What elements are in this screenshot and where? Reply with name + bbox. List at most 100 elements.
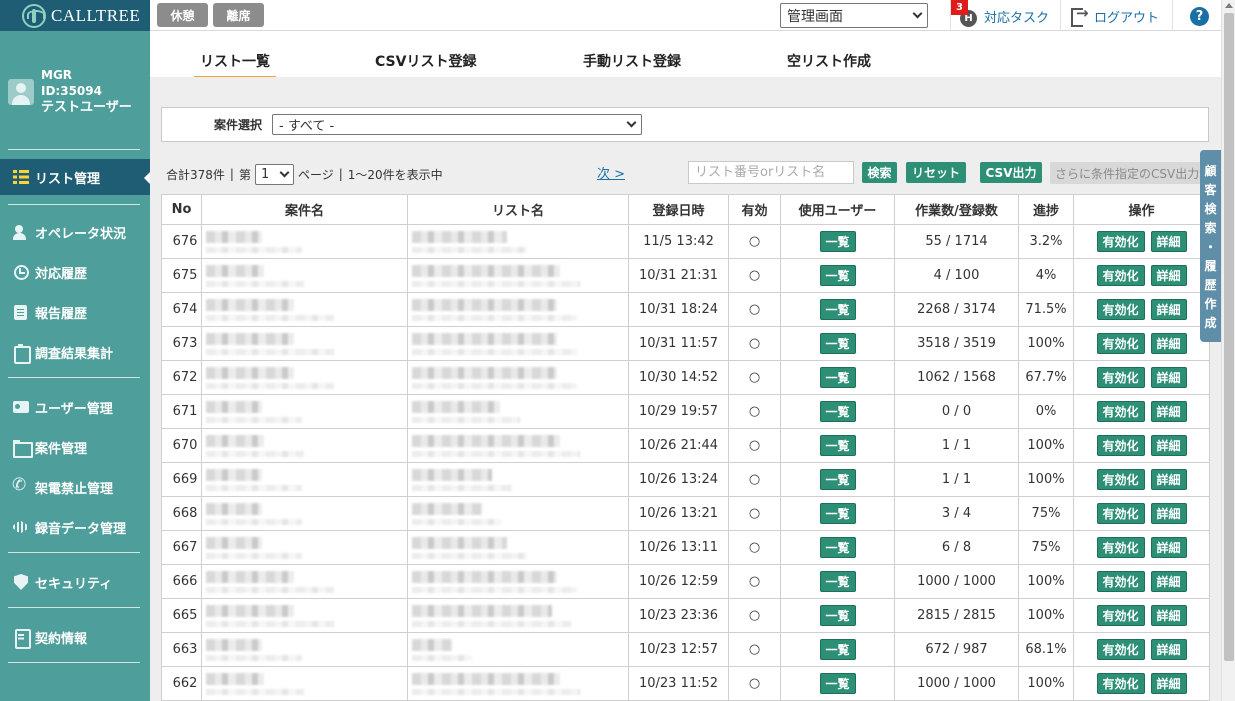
sidebar-item-security[interactable]: セキュリティ — [0, 564, 150, 600]
view-users-button[interactable]: 一覧 — [819, 401, 856, 422]
enable-button[interactable]: 有効化 — [1096, 605, 1145, 626]
view-users-button[interactable]: 一覧 — [819, 469, 856, 490]
cell-project-name — [201, 632, 408, 667]
detail-button[interactable]: 詳細 — [1150, 571, 1187, 592]
sidebar-item-contract-info[interactable]: 契約情報 — [0, 619, 150, 655]
sidebar-item-response-history[interactable]: 対応履歴 — [0, 254, 150, 290]
list-table: No 案件名 リスト名 登録日時 有効 使用ユーザー 作業数/登録数 進捗 操作… — [161, 194, 1210, 701]
enable-button[interactable]: 有効化 — [1096, 503, 1145, 524]
enable-button[interactable]: 有効化 — [1096, 231, 1145, 252]
detail-button[interactable]: 詳細 — [1150, 367, 1187, 388]
redacted-text — [412, 400, 500, 413]
sidebar-item-report-history[interactable]: 報告履歴 — [0, 294, 150, 330]
side-tab-char: 歴 — [1204, 278, 1217, 292]
redacted-text — [412, 484, 512, 491]
redacted-text — [206, 688, 304, 695]
sidebar-item-recording-management[interactable]: 録音データ管理 — [0, 509, 150, 545]
detail-button[interactable]: 詳細 — [1150, 401, 1187, 422]
cell-progress: 0% — [1018, 394, 1074, 429]
redacted-text — [412, 502, 482, 515]
enable-button[interactable]: 有効化 — [1096, 469, 1145, 490]
view-users-button[interactable]: 一覧 — [819, 265, 856, 286]
view-users-button[interactable]: 一覧 — [819, 299, 856, 320]
cell-work-count: 3518 / 3519 — [894, 326, 1019, 361]
cell-work-count: 1062 / 1568 — [894, 360, 1019, 395]
scroll-thumb[interactable] — [1224, 13, 1234, 661]
enable-button[interactable]: 有効化 — [1096, 639, 1145, 660]
project-select[interactable]: - すべて - — [272, 114, 642, 135]
detail-button[interactable]: 詳細 — [1150, 537, 1187, 558]
enable-button[interactable]: 有効化 — [1096, 333, 1145, 354]
detail-button[interactable]: 詳細 — [1150, 639, 1187, 660]
page-select[interactable]: 1 — [254, 163, 294, 185]
tab-list[interactable]: リスト一覧 — [194, 51, 276, 79]
enable-button[interactable]: 有効化 — [1096, 537, 1145, 558]
detail-button[interactable]: 詳細 — [1150, 299, 1187, 320]
enable-button[interactable]: 有効化 — [1096, 265, 1145, 286]
help-icon[interactable]: ? — [1190, 7, 1209, 26]
view-users-button[interactable]: 一覧 — [819, 673, 856, 694]
cell-users: 一覧 — [780, 258, 895, 293]
sidebar-item-operator-status[interactable]: オペレータ状況 — [0, 214, 150, 250]
table-row: 670 10/26 21:44 ○ 一覧 1 / 1 100% 有効化 詳細 — [161, 428, 1210, 463]
redacted-text — [412, 620, 572, 627]
calltree-logo[interactable]: CALLTREE — [0, 0, 150, 31]
column-header: 作業数/登録数 — [894, 194, 1019, 225]
detail-button[interactable]: 詳細 — [1150, 231, 1187, 252]
view-users-button[interactable]: 一覧 — [819, 367, 856, 388]
table-row: 662 10/23 11:52 ○ 一覧 1000 / 1000 100% 有効化 詳細 — [161, 666, 1210, 701]
detail-button[interactable]: 詳細 — [1150, 333, 1187, 354]
detail-button[interactable]: 詳細 — [1150, 605, 1187, 626]
sidebar-item-project-management[interactable]: 案件管理 — [0, 429, 150, 465]
logout-link[interactable]: ログアウト — [1070, 4, 1159, 27]
enable-button[interactable]: 有効化 — [1096, 299, 1145, 320]
tab-manual-register[interactable]: 手動リスト登録 — [583, 51, 681, 76]
search-input[interactable] — [688, 161, 854, 184]
away-button[interactable]: 離席 — [213, 3, 264, 27]
tab-empty-create[interactable]: 空リスト作成 — [787, 51, 871, 76]
detail-button[interactable]: 詳細 — [1150, 435, 1187, 456]
view-users-button[interactable]: 一覧 — [819, 435, 856, 456]
advanced-csv-export-button[interactable]: さらに条件指定のCSV出力 — [1050, 162, 1210, 184]
csv-export-button[interactable]: CSV出力 — [980, 162, 1042, 183]
customer-search-side-tab[interactable]: 顧客検索・履歴作成 — [1200, 150, 1221, 342]
enable-button[interactable]: 有効化 — [1096, 435, 1145, 456]
cell-progress: 100% — [1018, 598, 1074, 633]
cell-list-name — [407, 326, 629, 361]
rest-button[interactable]: 休憩 — [157, 3, 208, 27]
view-users-button[interactable]: 一覧 — [819, 571, 856, 592]
view-users-button[interactable]: 一覧 — [819, 537, 856, 558]
search-button[interactable]: 検索 — [862, 162, 897, 183]
view-users-button[interactable]: 一覧 — [819, 605, 856, 626]
detail-button[interactable]: 詳細 — [1150, 469, 1187, 490]
reset-button[interactable]: リセット — [906, 162, 966, 183]
view-users-button[interactable]: 一覧 — [819, 231, 856, 252]
enable-button[interactable]: 有効化 — [1096, 367, 1145, 388]
screen-select[interactable]: 管理画面 — [780, 3, 928, 28]
next-page-link[interactable]: 次 > — [597, 163, 625, 182]
sidebar-item-user-management[interactable]: ユーザー管理 — [0, 389, 150, 425]
cell-list-name — [407, 258, 629, 293]
view-users-button[interactable]: 一覧 — [819, 333, 856, 354]
redacted-text — [206, 570, 294, 583]
tab-csv-register[interactable]: CSVリスト登録 — [375, 51, 476, 76]
sidebar-item-call-block-management[interactable]: 架電禁止管理 — [0, 469, 150, 505]
side-tab-char: 作 — [1204, 297, 1217, 311]
view-users-button[interactable]: 一覧 — [819, 639, 856, 660]
cell-work-count: 2268 / 3174 — [894, 292, 1019, 327]
sidebar-item-survey-summary[interactable]: 調査結果集計 — [0, 334, 150, 370]
table-row: 665 10/23 23:36 ○ 一覧 2815 / 2815 100% 有効化 詳細 — [161, 598, 1210, 633]
redacted-text — [206, 620, 334, 627]
enable-button[interactable]: 有効化 — [1096, 401, 1145, 422]
enable-button[interactable]: 有効化 — [1096, 571, 1145, 592]
detail-button[interactable]: 詳細 — [1150, 503, 1187, 524]
enable-button[interactable]: 有効化 — [1096, 673, 1145, 694]
detail-button[interactable]: 詳細 — [1150, 265, 1187, 286]
detail-button[interactable]: 詳細 — [1150, 673, 1187, 694]
task-link[interactable]: H 3 対応タスク — [951, 0, 1049, 27]
page-scrollbar[interactable] — [1221, 0, 1235, 701]
id-card-icon — [12, 398, 30, 416]
scroll-up-arrow-icon[interactable] — [1225, 3, 1233, 8]
view-users-button[interactable]: 一覧 — [819, 503, 856, 524]
sidebar-item-list-management[interactable]: リスト管理 — [0, 159, 151, 195]
